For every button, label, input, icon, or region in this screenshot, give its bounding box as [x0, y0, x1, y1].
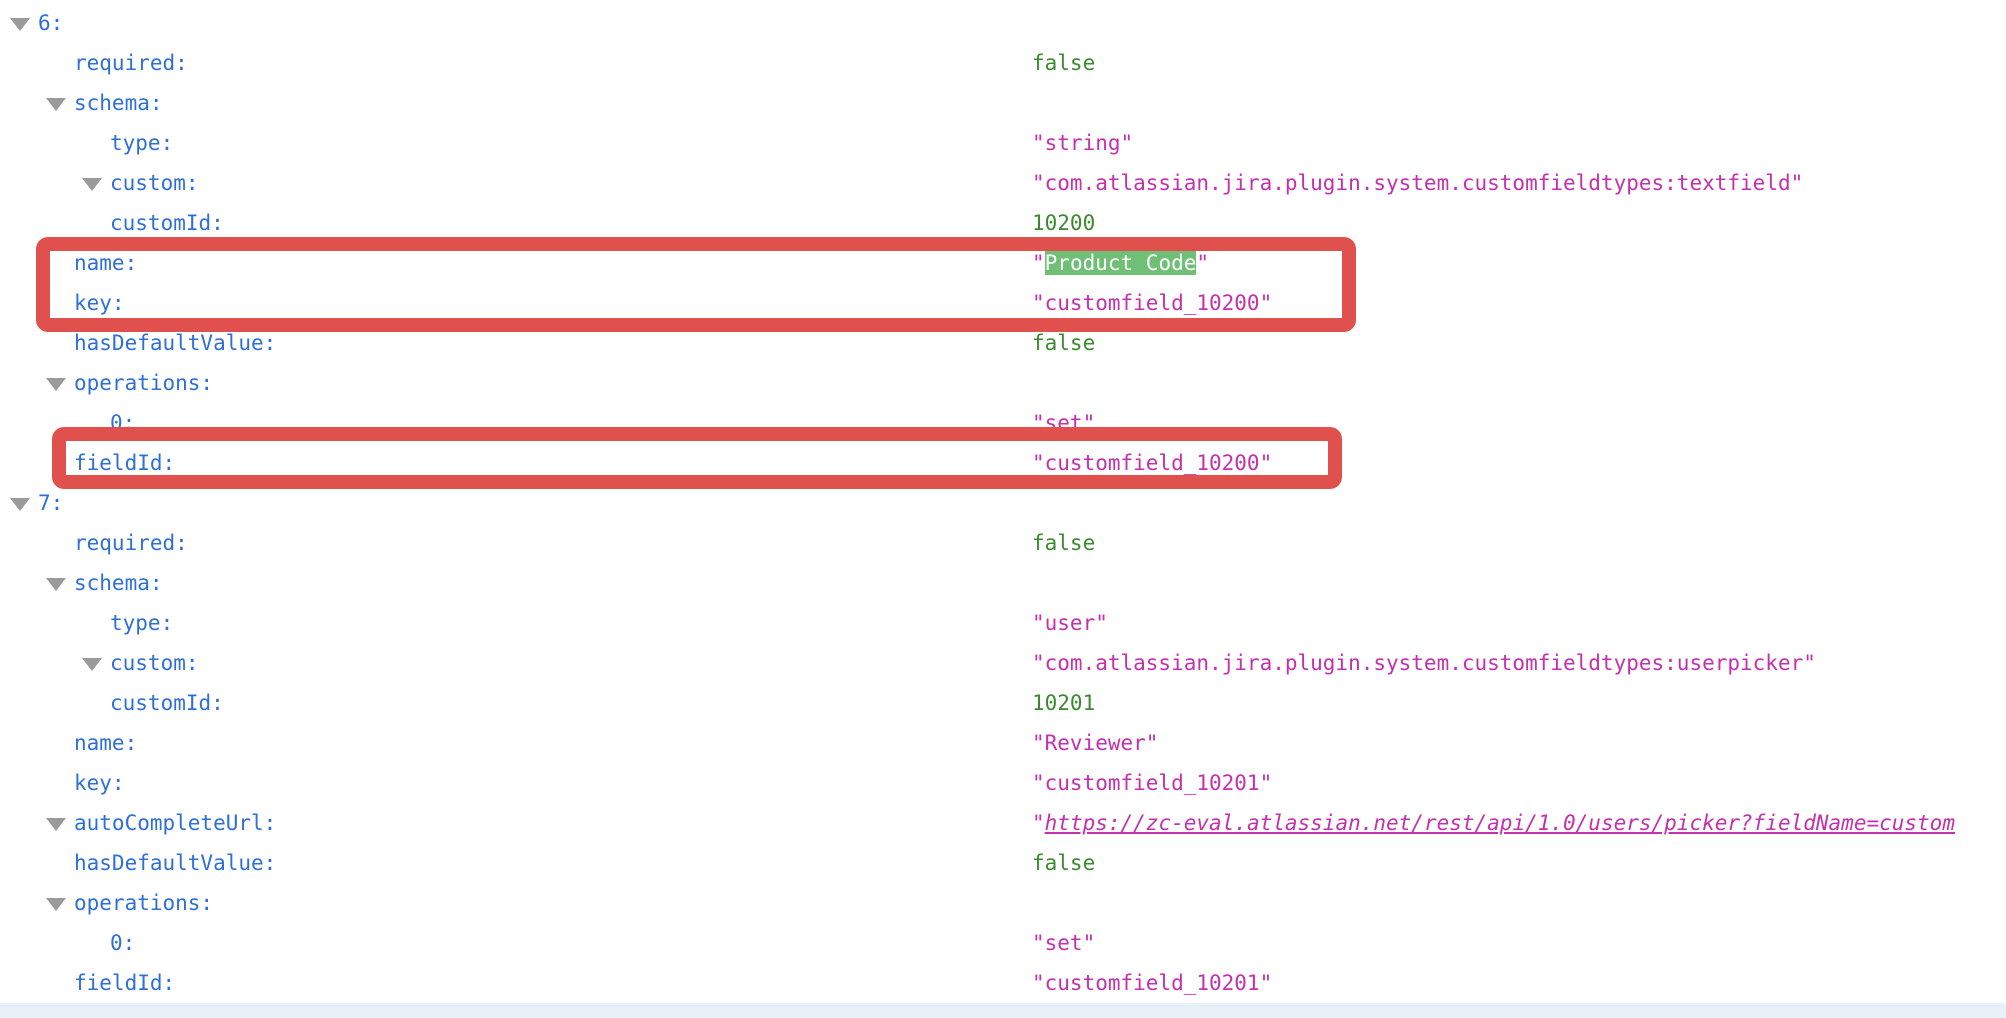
- json-row[interactable]: hasDefaultValue: false: [0, 843, 2006, 883]
- json-key: required:: [74, 523, 188, 563]
- json-key: hasDefaultValue:: [74, 843, 276, 883]
- expander-triangle-icon[interactable]: [46, 98, 66, 111]
- json-value: "customfield_10200": [1032, 283, 1272, 323]
- next-row-partial[interactable]: 8:: [0, 1003, 2006, 1018]
- expander-triangle-icon[interactable]: [10, 498, 30, 511]
- json-row[interactable]: type: "string": [0, 123, 2006, 163]
- json-key: name:: [74, 243, 137, 283]
- json-row[interactable]: hasDefaultValue: false: [0, 323, 2006, 363]
- json-row[interactable]: name: "Product Code": [0, 243, 2006, 283]
- json-value: false: [1032, 323, 1095, 363]
- expander-triangle-icon[interactable]: [10, 18, 30, 31]
- json-key: operations:: [74, 363, 213, 403]
- json-key: name:: [74, 723, 137, 763]
- json-row[interactable]: operations:: [0, 363, 2006, 403]
- json-value: 10200: [1032, 203, 1095, 243]
- json-value: false: [1032, 523, 1095, 563]
- json-row[interactable]: customId: 10200: [0, 203, 2006, 243]
- json-row[interactable]: name: "Reviewer": [0, 723, 2006, 763]
- json-key: schema:: [74, 83, 163, 123]
- json-key: fieldId:: [74, 963, 175, 1003]
- json-row[interactable]: required: false: [0, 43, 2006, 83]
- json-row[interactable]: key: "customfield_10200": [0, 283, 2006, 323]
- autocomplete-url-link[interactable]: https://zc-eval.atlassian.net/rest/api/1…: [1045, 811, 1955, 835]
- expander-triangle-icon[interactable]: [82, 178, 102, 191]
- json-key: hasDefaultValue:: [74, 323, 276, 363]
- expander-triangle-icon[interactable]: [82, 658, 102, 671]
- json-row[interactable]: schema:: [0, 83, 2006, 123]
- json-row[interactable]: 0: "set": [0, 403, 2006, 443]
- json-key: key:: [74, 283, 125, 323]
- json-value: "customfield_10200": [1032, 443, 1272, 483]
- json-row[interactable]: 7:: [0, 483, 2006, 523]
- json-value: false: [1032, 843, 1095, 883]
- json-row[interactable]: autoCompleteUrl: "https://zc-eval.atlassi…: [0, 803, 2006, 843]
- json-row[interactable]: required: false: [0, 523, 2006, 563]
- json-key: required:: [74, 43, 188, 83]
- json-key: type:: [110, 123, 173, 163]
- json-key: type:: [110, 603, 173, 643]
- json-row[interactable]: fieldId: "customfield_10201": [0, 963, 2006, 1003]
- json-tree-view: 6:required:falseschema:type:"string"cust…: [0, 0, 2006, 1018]
- json-key: 6:: [38, 3, 63, 43]
- expander-triangle-icon[interactable]: [46, 898, 66, 911]
- expander-triangle-icon[interactable]: [46, 818, 66, 831]
- json-key: custom:: [110, 643, 199, 683]
- expander-triangle-icon[interactable]: [46, 378, 66, 391]
- quote-mark: ": [1032, 251, 1045, 275]
- json-row[interactable]: 0: "set": [0, 923, 2006, 963]
- json-value: "com.atlassian.jira.plugin.system.custom…: [1032, 643, 1816, 683]
- json-key: autoCompleteUrl:: [74, 803, 276, 843]
- json-key: 0:: [110, 403, 135, 443]
- json-key: schema:: [74, 563, 163, 603]
- json-key: customId:: [110, 203, 224, 243]
- json-row[interactable]: operations:: [0, 883, 2006, 923]
- json-value: "Product Code": [1032, 243, 1209, 283]
- json-value: false: [1032, 43, 1095, 83]
- json-key: fieldId:: [74, 443, 175, 483]
- json-row[interactable]: fieldId: "customfield_10200": [0, 443, 2006, 483]
- json-value: "customfield_10201": [1032, 763, 1272, 803]
- json-value: "user": [1032, 603, 1108, 643]
- selection-highlight: Product Code: [1045, 251, 1197, 275]
- json-value: 10201: [1032, 683, 1095, 723]
- json-key: 7:: [38, 483, 63, 523]
- json-row[interactable]: custom: "com.atlassian.jira.plugin.system…: [0, 643, 2006, 683]
- json-row[interactable]: custom: "com.atlassian.jira.plugin.system…: [0, 163, 2006, 203]
- json-row[interactable]: type: "user": [0, 603, 2006, 643]
- json-key: customId:: [110, 683, 224, 723]
- json-key: 0:: [110, 923, 135, 963]
- json-value: "https://zc-eval.atlassian.net/rest/api/…: [1032, 803, 1955, 843]
- json-value: "set": [1032, 403, 1095, 443]
- expander-triangle-icon[interactable]: [46, 578, 66, 591]
- json-key: custom:: [110, 163, 199, 203]
- json-value: "com.atlassian.jira.plugin.system.custom…: [1032, 163, 1803, 203]
- json-row[interactable]: key: "customfield_10201": [0, 763, 2006, 803]
- json-value: "string": [1032, 123, 1133, 163]
- json-value: "Reviewer": [1032, 723, 1158, 763]
- json-key: key:: [74, 763, 125, 803]
- json-key: operations:: [74, 883, 213, 923]
- json-row[interactable]: customId: 10201: [0, 683, 2006, 723]
- quote-mark: ": [1032, 811, 1045, 835]
- json-value: "set": [1032, 923, 1095, 963]
- quote-mark: ": [1196, 251, 1209, 275]
- json-row[interactable]: 6:: [0, 3, 2006, 43]
- json-value: "customfield_10201": [1032, 963, 1272, 1003]
- json-row[interactable]: schema:: [0, 563, 2006, 603]
- json-key: 8:: [33, 1013, 58, 1018]
